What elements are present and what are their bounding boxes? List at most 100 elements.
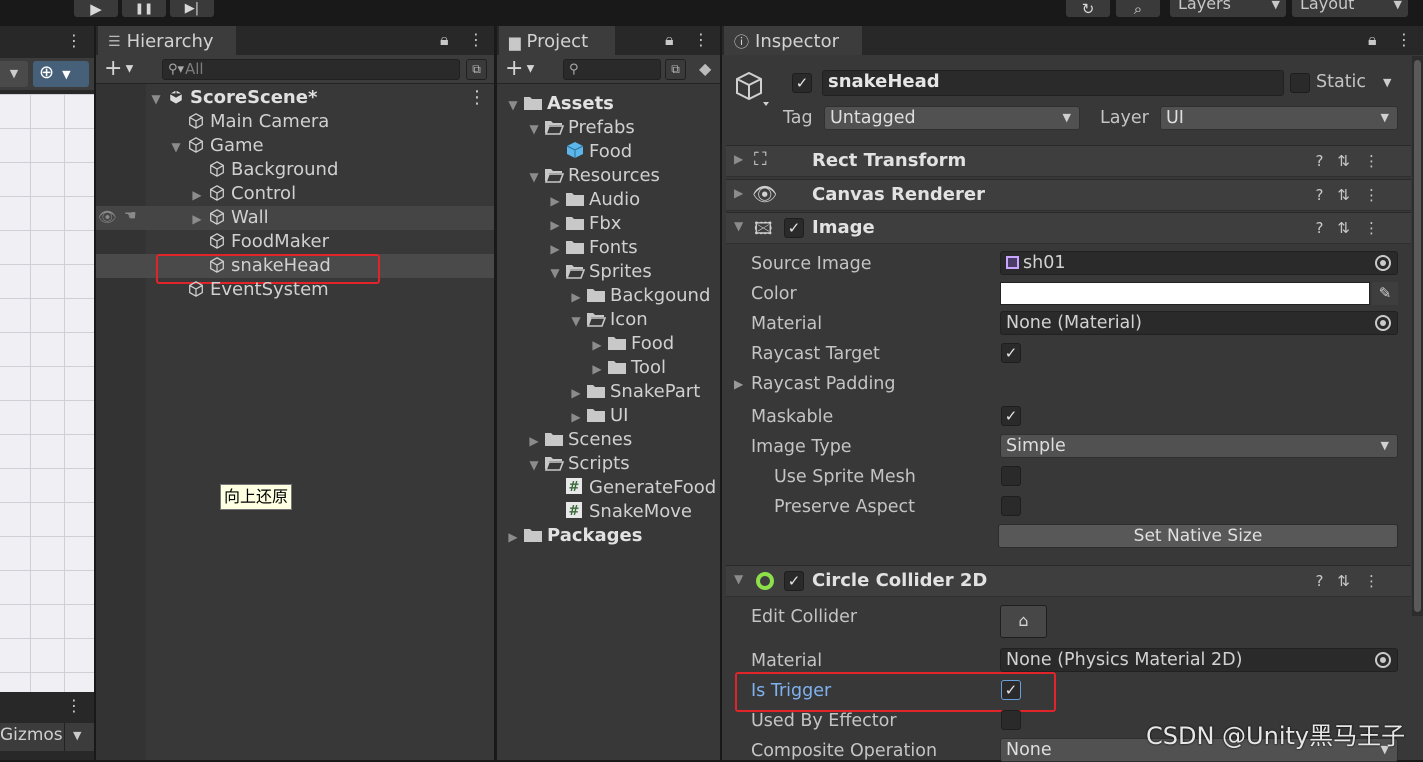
component-header-icons[interactable]: ?⇅⋮	[1315, 186, 1393, 204]
tab-project[interactable]: ▆ Project	[499, 26, 615, 55]
lock-icon[interactable]: 🔒︎	[440, 30, 449, 50]
collapse-arrow-icon[interactable]: ▶	[545, 189, 565, 213]
collapse-arrow-icon[interactable]: ▶	[587, 357, 607, 381]
project-item[interactable]: ▶ Audio	[545, 188, 640, 212]
collapse-arrow-icon[interactable]: ▶	[566, 381, 586, 405]
preserve-aspect-checkbox[interactable]	[1001, 496, 1021, 516]
collapse-arrow-icon[interactable]: ▶	[503, 525, 523, 549]
active-checkbox[interactable]: ✓	[792, 73, 812, 93]
collapse-arrow-icon[interactable]: ▶	[524, 429, 544, 453]
chevron-down-icon[interactable]: ▼	[73, 729, 81, 742]
project-item[interactable]: ▶ UI	[566, 404, 628, 428]
project-item[interactable]: # GenerateFood	[545, 476, 716, 500]
pause-button[interactable]: ❚❚	[122, 0, 166, 17]
expand-arrow-icon[interactable]: ▼	[524, 453, 544, 477]
component-header-icons[interactable]: ?⇅⋮	[1315, 152, 1393, 170]
project-item[interactable]: ▶ Fbx	[545, 212, 621, 236]
step-button[interactable]: ▶|	[170, 0, 214, 17]
expand-arrow-icon[interactable]: ▼	[545, 261, 565, 285]
project-item[interactable]: ▼ Icon	[566, 308, 647, 333]
tab-hierarchy[interactable]: ☰ Hierarchy	[98, 26, 236, 55]
component-circle-collider-2d[interactable]: ▼ ✓ Circle Collider 2D ?⇅⋮	[726, 565, 1411, 597]
raycast-target-checkbox[interactable]: ✓	[1001, 343, 1021, 363]
search-by-type-button[interactable]: ⧉	[665, 59, 686, 80]
static-dropdown-icon[interactable]: ▼	[1383, 76, 1391, 89]
project-item[interactable]: ▶ Food	[587, 332, 674, 356]
gizmos-button[interactable]: Gizmos	[0, 725, 63, 745]
project-item[interactable]: ▶ Scenes	[524, 428, 632, 452]
more-icon[interactable]: ⋮	[66, 31, 82, 50]
source-image-field[interactable]: sh01	[1000, 251, 1398, 275]
image-type-dropdown[interactable]: Simple ▼	[1000, 434, 1398, 458]
layout-dropdown[interactable]: Layout ▼	[1292, 0, 1408, 17]
collider-enabled-checkbox[interactable]: ✓	[784, 571, 804, 591]
expand-arrow-icon[interactable]: ▼	[566, 309, 586, 333]
used-by-effector-checkbox[interactable]	[1001, 710, 1021, 730]
project-item[interactable]: ▼ Assets	[503, 92, 614, 116]
play-button[interactable]: ▶	[74, 0, 118, 18]
static-checkbox[interactable]	[1290, 73, 1310, 93]
project-item[interactable]: ▶ SnakePart	[566, 380, 700, 404]
eyedropper-icon[interactable]: ✎	[1372, 282, 1398, 305]
layer-dropdown[interactable]: UI ▼	[1160, 106, 1398, 130]
project-item[interactable]: ▼ Prefabs	[524, 116, 634, 140]
hierarchy-item-wall[interactable]: ▶ Wall	[187, 206, 268, 230]
collapse-arrow-icon[interactable]: ▶	[545, 237, 565, 261]
hierarchy-item-main-camera[interactable]: Main Camera	[186, 110, 329, 134]
scene-viewport[interactable]	[0, 94, 94, 692]
material-field[interactable]: None (Material)	[1000, 311, 1398, 335]
more-icon[interactable]: ⋮	[693, 30, 709, 49]
hierarchy-search-input[interactable]: ⚲▾ All	[162, 59, 460, 80]
color-swatch[interactable]	[1000, 282, 1370, 305]
edit-collider-button[interactable]: ⌂	[1000, 605, 1047, 638]
hierarchy-item-eventsystem[interactable]: EventSystem	[186, 278, 329, 302]
expand-arrow-icon[interactable]: ▼	[734, 219, 743, 233]
project-item[interactable]: ▶ Tool	[587, 356, 666, 380]
hierarchy-item-game[interactable]: ▼ Game	[166, 134, 263, 159]
collapse-arrow-icon[interactable]: ▶	[734, 152, 743, 166]
project-item[interactable]: ▶ Packages	[503, 524, 642, 548]
project-item[interactable]: ▼ Scripts	[524, 452, 629, 477]
scene-root-row[interactable]: ▼ ScoreScene* ⋮	[146, 86, 486, 111]
project-item[interactable]: ▶ Fonts	[545, 236, 637, 261]
scrollbar-track[interactable]	[1412, 56, 1423, 616]
more-icon[interactable]: ⋮	[468, 30, 484, 49]
collapse-arrow-icon[interactable]: ▶	[734, 377, 743, 391]
object-picker-icon[interactable]	[1375, 315, 1391, 331]
more-icon[interactable]: ⋮	[1396, 30, 1412, 49]
more-icon[interactable]: ⋮	[66, 696, 82, 715]
project-item[interactable]: # SnakeMove	[545, 500, 692, 524]
collapse-arrow-icon[interactable]: ▶	[566, 285, 586, 309]
object-picker-icon[interactable]	[1375, 255, 1391, 271]
hierarchy-item-background[interactable]: Background	[207, 158, 338, 182]
gizmo-toggle-button[interactable]: ⊕ ▼	[33, 61, 89, 87]
expand-arrow-icon[interactable]: ▼	[734, 572, 743, 586]
component-image[interactable]: ▼ 🖾 ✓ Image ?⇅⋮	[726, 212, 1411, 244]
create-button[interactable]: + ▼	[505, 56, 534, 81]
layers-dropdown[interactable]: Layers ▼	[1170, 0, 1286, 17]
search-button[interactable]: ⌕	[1116, 0, 1160, 18]
expand-arrow-icon[interactable]: ▼	[524, 165, 544, 189]
hierarchy-item-control[interactable]: ▶ Control	[187, 182, 296, 206]
expand-arrow-icon[interactable]: ▼	[146, 87, 166, 111]
collapse-arrow-icon[interactable]: ▶	[187, 183, 207, 207]
physics-material-field[interactable]: None (Physics Material 2D)	[1000, 648, 1398, 672]
draw-mode-dropdown[interactable]: ▼	[0, 61, 28, 87]
raycast-padding-label[interactable]: Raycast Padding	[751, 374, 896, 394]
maskable-checkbox[interactable]: ✓	[1001, 406, 1021, 426]
collapse-arrow-icon[interactable]: ▶	[545, 213, 565, 237]
eye-icon[interactable]: 👁︎	[98, 208, 117, 226]
expand-arrow-icon[interactable]: ▼	[166, 135, 186, 159]
create-button[interactable]: + ▼	[104, 56, 133, 81]
project-item[interactable]: Food	[545, 140, 632, 164]
use-sprite-mesh-checkbox[interactable]	[1001, 466, 1021, 486]
project-item[interactable]: ▼ Sprites	[545, 260, 651, 285]
collapse-arrow-icon[interactable]: ▶	[566, 405, 586, 429]
tab-inspector[interactable]: ⓘ Inspector	[724, 26, 862, 55]
more-icon[interactable]: ⋮	[468, 86, 486, 110]
project-item[interactable]: ▶ Backgound	[566, 284, 710, 308]
project-item[interactable]: ▼ Resources	[524, 164, 660, 188]
object-picker-icon[interactable]	[1375, 652, 1391, 668]
search-by-type-button[interactable]: ⧉	[466, 59, 487, 80]
image-enabled-checkbox[interactable]: ✓	[784, 218, 804, 238]
